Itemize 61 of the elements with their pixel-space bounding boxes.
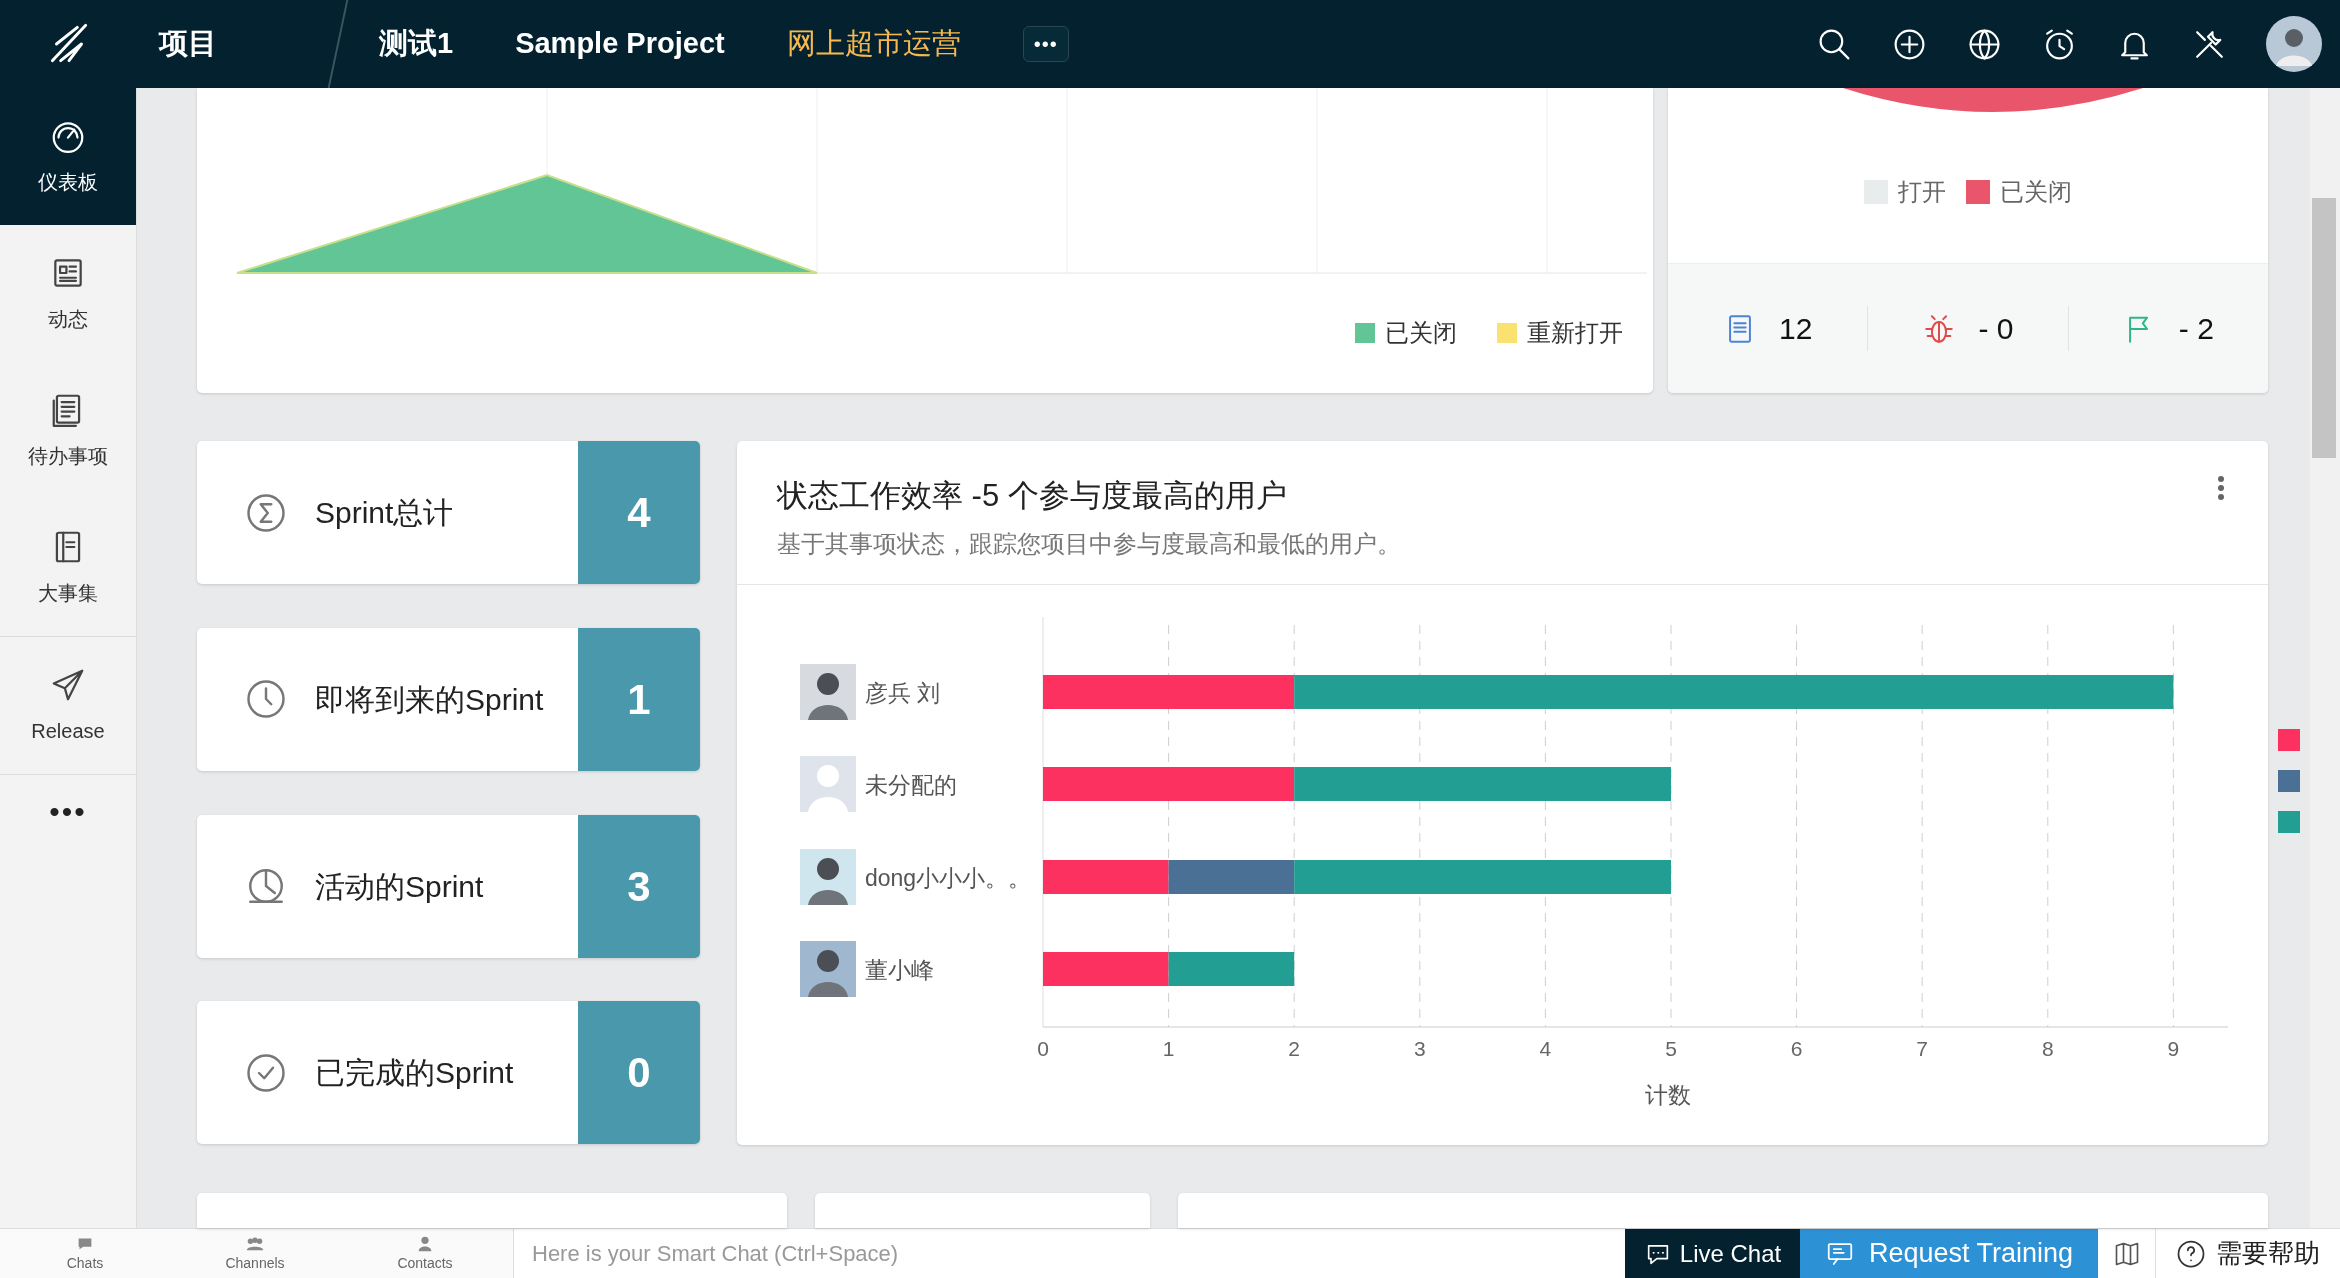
card-count: 0 <box>578 1001 700 1145</box>
card-label: 已完成的Sprint <box>315 1055 514 1092</box>
sidebar-item[interactable]: 待办事项 <box>0 362 136 499</box>
help-button[interactable]: 需要帮助 <box>2155 1229 2340 1278</box>
legend-item: 已关闭 <box>1966 174 2072 210</box>
card-subtitle: 基于其事项状态，跟踪您项目中参与度最高和最低的用户。 <box>777 528 1401 559</box>
axis-tick-label: 5 <box>1665 1036 1677 1060</box>
axis-tick-label: 0 <box>1037 1036 1049 1060</box>
card-title: 状态工作效率 -5 个参与度最高的用户 <box>777 477 1288 515</box>
scrollbar[interactable] <box>2310 88 2340 1228</box>
axis-tick-label: 4 <box>1539 1036 1552 1060</box>
legend-item: 重新打开 <box>1497 315 1623 351</box>
bottom-tab[interactable]: Channels <box>170 1229 340 1278</box>
sidebar-item[interactable]: 动态 <box>0 225 136 362</box>
sigma-icon <box>245 491 287 534</box>
clock-icon <box>245 678 287 721</box>
chat-input-field[interactable]: Here is your Smart Chat (Ctrl+Space) <box>513 1229 1625 1278</box>
project-tab[interactable]: 网上超市运营 <box>786 22 961 66</box>
axis-tick-label: 6 <box>1790 1036 1803 1060</box>
axis-tick-label: 8 <box>2041 1036 2054 1060</box>
axis-tick-label: 7 <box>1916 1036 1929 1060</box>
card-count: 1 <box>578 627 700 771</box>
check-circle-icon <box>245 1052 287 1094</box>
more-button[interactable]: ••• <box>0 775 136 848</box>
avatar[interactable] <box>2266 16 2322 72</box>
card-label: Sprint总计 <box>315 495 454 531</box>
avatar <box>800 848 856 905</box>
category-label: dong小小小。。 <box>865 864 1032 891</box>
card-count: 3 <box>578 814 700 958</box>
more-button[interactable]: ••• <box>1022 26 1069 62</box>
map-button[interactable] <box>2098 1229 2155 1278</box>
section-title[interactable]: 项目 <box>137 22 337 66</box>
live-chat-button[interactable]: Live Chat <box>1625 1229 1800 1278</box>
scroll-thumb[interactable] <box>2312 198 2336 458</box>
axis-title: 计数 <box>1645 1081 1692 1108</box>
legend-item: 已关闭 <box>1355 315 1457 351</box>
card-count: 4 <box>578 441 700 584</box>
sidebar-item[interactable]: 大事集 <box>0 499 136 636</box>
bottom-tab[interactable]: Chats <box>0 1229 170 1278</box>
category-label: 未分配的 <box>865 771 957 798</box>
card-label: 即将到来的Sprint <box>315 681 544 718</box>
project-tab[interactable]: 测试1 <box>379 22 454 66</box>
category-label: 董小峰 <box>865 956 934 983</box>
axis-tick-label: 3 <box>1413 1036 1426 1060</box>
legend-item: 打开 <box>1864 174 1946 210</box>
help-icon <box>2176 1238 2206 1269</box>
sidebar-item[interactable]: 仪表板 <box>0 88 136 225</box>
axis-tick-label: 1 <box>1162 1036 1175 1060</box>
axis-tick-label: 9 <box>2167 1036 2180 1060</box>
card-label: 活动的Sprint <box>315 868 484 905</box>
avatar <box>800 663 856 720</box>
stat-count: - 2 <box>2178 311 2214 347</box>
stat-count: 12 <box>1778 311 1813 347</box>
category-label: 彦兵 刘 <box>865 679 941 706</box>
bottom-tab[interactable]: Contacts <box>340 1229 510 1278</box>
avatar <box>800 940 856 997</box>
sidebar-item[interactable]: Release <box>0 637 136 774</box>
avatar <box>800 755 856 812</box>
stat-count: - 0 <box>1978 311 2014 347</box>
axis-tick-label: 2 <box>1288 1036 1301 1060</box>
project-tab[interactable]: Sample Project <box>515 22 725 66</box>
